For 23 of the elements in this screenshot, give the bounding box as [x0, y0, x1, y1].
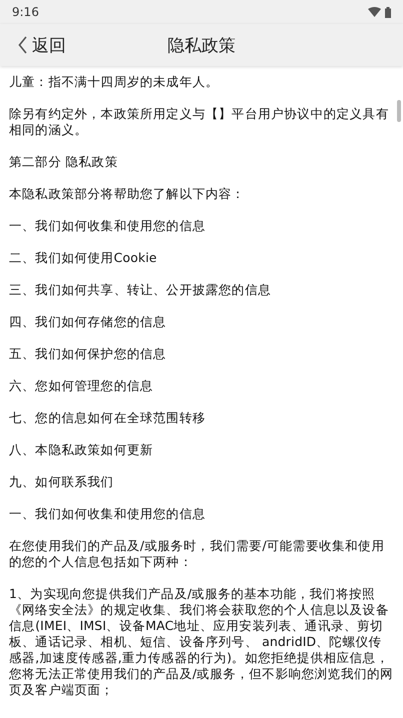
- policy-paragraph: 儿童：指不满十四周岁的未成年人。: [9, 74, 220, 90]
- status-time: 9:16: [12, 5, 39, 19]
- policy-paragraph: 第二部分 隐私政策: [9, 154, 119, 170]
- policy-paragraph: 八、本隐私政策如何更新: [9, 442, 154, 458]
- back-button[interactable]: 返回: [0, 34, 66, 56]
- policy-paragraph: 一、我们如何收集和使用您的信息: [9, 218, 206, 234]
- policy-paragraph: 二、我们如何使用Cookie: [9, 250, 158, 266]
- policy-paragraph: 一、我们如何收集和使用您的信息: [9, 506, 206, 522]
- chevron-left-icon: [18, 36, 28, 54]
- policy-paragraph: 六、您如何管理您的信息: [9, 378, 154, 394]
- policy-paragraph: 五、我们如何保护您的信息: [9, 346, 168, 362]
- policy-paragraph: 九、如何联系我们: [9, 474, 115, 490]
- page-title: 隐私政策: [168, 34, 236, 56]
- wifi-icon: [368, 7, 381, 17]
- policy-paragraph: 在您使用我们的产品及/或服务时，我们需要/可能需要收集和使用的您的个人信息包括如下两种：: [9, 538, 386, 570]
- policy-paragraph: 除另有约定外，本政策所用定义与【】平台用户协议中的定义具有相同的涵义。: [9, 106, 390, 138]
- policy-paragraph: 1、为实现向您提供我们产品及/或服务的基本功能，我们将按照《网络安全法》的规定收集、我们将会获取您的个人信息以及设备信息(IMEI、IMSI、设备MAC地址、应用安装列表、通讯录、剪切板、通话记录、相机、短信、设备序列号、 andridID、陀螺仪传感器,加速度传感器,重力传感器的行为)。如您拒绝提供相应信息，您将无法正常使用我们的产品及/或服务，但不影响您浏览我们的网页及客户端页面；: [9, 586, 394, 698]
- policy-paragraph: 七、您的信息如何在全球范围转移: [9, 410, 206, 426]
- policy-paragraph: 四、我们如何存储您的信息: [9, 314, 168, 330]
- scrollbar-thumb: [397, 100, 401, 122]
- battery-icon: [385, 6, 391, 18]
- policy-paragraph: 本隐私政策部分将帮助您了解以下内容：: [9, 186, 246, 202]
- policy-paragraph: 三、我们如何共享、转让、公开披露您的信息: [9, 282, 272, 298]
